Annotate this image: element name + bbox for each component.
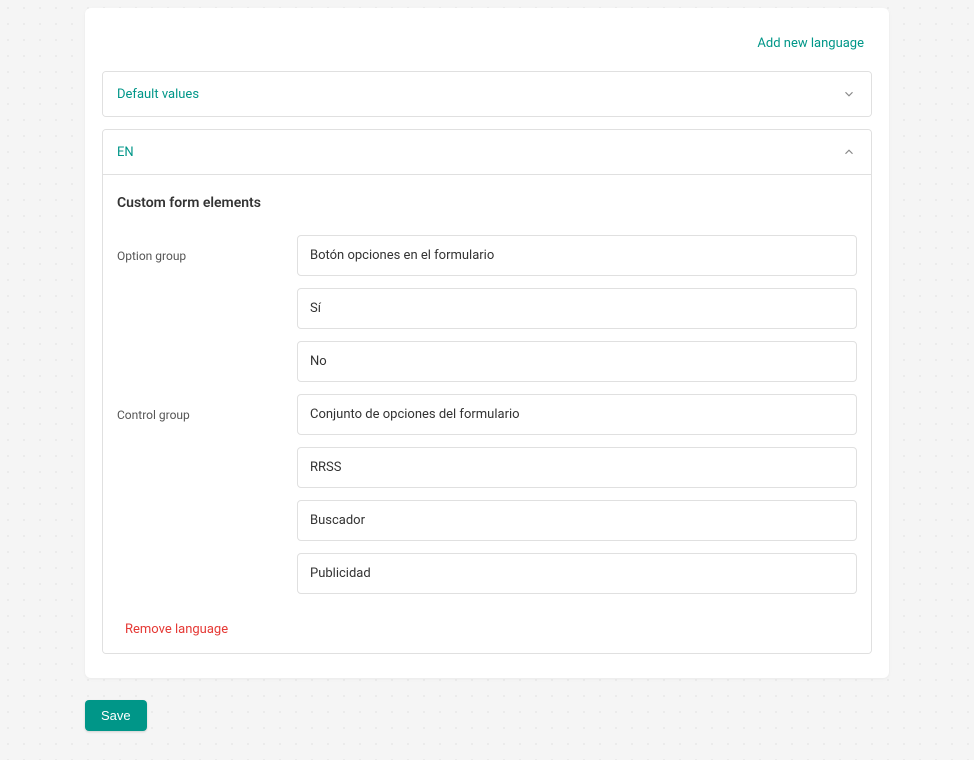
default-values-title: Default values <box>117 87 199 102</box>
option-group-label: Option group <box>117 235 297 263</box>
en-title: EN <box>117 145 134 160</box>
default-values-accordion: Default values <box>102 71 872 117</box>
custom-form-elements-title: Custom form elements <box>117 195 857 211</box>
control-group-label: Control group <box>117 394 297 422</box>
save-row: Save <box>85 700 889 731</box>
add-language-link[interactable]: Add new language <box>757 36 864 51</box>
option-group-row: Option group <box>117 235 857 382</box>
save-button[interactable]: Save <box>85 700 147 731</box>
default-values-header[interactable]: Default values <box>103 72 871 116</box>
en-accordion: EN Custom form elements Option group Con… <box>102 129 872 654</box>
control-group-input-1[interactable] <box>297 447 857 488</box>
chevron-down-icon <box>841 86 857 102</box>
en-body: Custom form elements Option group Contro… <box>103 174 871 653</box>
language-editor-card: Add new language Default values EN Custo… <box>85 8 889 678</box>
option-group-input-1[interactable] <box>297 288 857 329</box>
chevron-up-icon <box>841 144 857 160</box>
option-group-inputs <box>297 235 857 382</box>
control-group-input-3[interactable] <box>297 553 857 594</box>
remove-language-link[interactable]: Remove language <box>117 622 228 637</box>
control-group-input-2[interactable] <box>297 500 857 541</box>
control-group-input-0[interactable] <box>297 394 857 435</box>
add-language-row: Add new language <box>102 36 872 51</box>
control-group-row: Control group <box>117 394 857 594</box>
option-group-input-0[interactable] <box>297 235 857 276</box>
en-header[interactable]: EN <box>103 130 871 174</box>
option-group-input-2[interactable] <box>297 341 857 382</box>
control-group-inputs <box>297 394 857 594</box>
